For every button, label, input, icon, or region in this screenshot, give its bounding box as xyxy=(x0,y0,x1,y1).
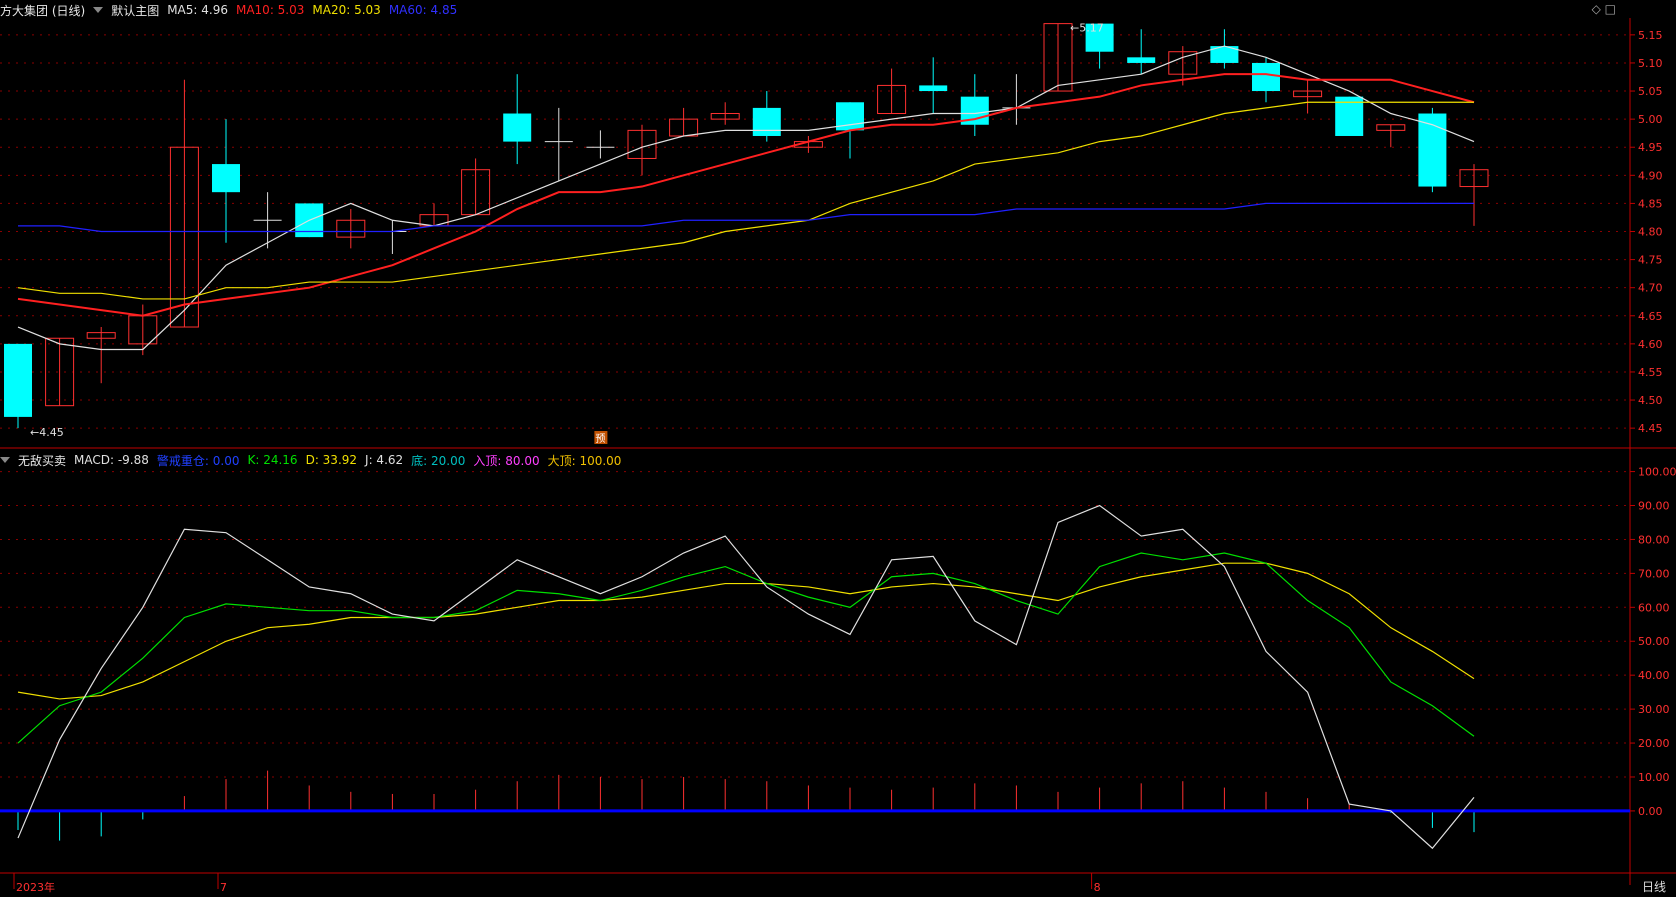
date-label: 7 xyxy=(220,881,227,894)
candle-body xyxy=(4,343,32,417)
candle-body xyxy=(919,85,948,92)
j-line xyxy=(17,504,1475,850)
candle-body xyxy=(503,113,532,142)
date-axis: 2023年 7 8 xyxy=(13,873,1101,894)
price-tick-label: 4.80 xyxy=(1638,226,1663,239)
ma60-line xyxy=(18,202,1474,233)
price-tick-label: 5.05 xyxy=(1638,85,1663,98)
stock-chart[interactable]: 4.45 4.50 4.55 4.60 4.65 4.70 4.75 4.80 4.85 4.90… xyxy=(0,0,1676,897)
price-tick-label: 4.55 xyxy=(1638,366,1663,379)
price-annotation: ←5.17 xyxy=(1070,22,1104,35)
price-tick-label: 4.65 xyxy=(1638,310,1663,323)
price-tick-label: 5.15 xyxy=(1638,29,1663,42)
price-tick-label: 5.10 xyxy=(1638,57,1663,70)
indicator-tick-label: 50.00 xyxy=(1638,635,1670,648)
price-tick-label: 4.85 xyxy=(1638,197,1663,210)
indicator-tick-label: 0.00 xyxy=(1638,805,1663,818)
indicator-tick-label: 20.00 xyxy=(1638,737,1670,750)
price-tick-label: 4.60 xyxy=(1638,338,1663,351)
candle-body xyxy=(1252,62,1280,92)
indicator-tick-label: 30.00 xyxy=(1638,703,1670,716)
ma5-line xyxy=(17,45,1475,351)
price-tick-label: 4.90 xyxy=(1638,169,1663,182)
indicator-area xyxy=(0,504,1630,850)
price-tick-label: 4.75 xyxy=(1638,254,1663,267)
date-label: 2023年 xyxy=(16,880,55,894)
candle-body xyxy=(752,107,781,136)
indicator-tick-label: 60.00 xyxy=(1638,601,1670,614)
k-line xyxy=(17,552,1475,744)
price-annotation: ←4.45 xyxy=(30,426,64,439)
candle-body xyxy=(212,164,240,193)
candlestick-area: ←5.17 ←4.45 预 xyxy=(4,22,1489,445)
price-axis: 4.45 4.50 4.55 4.60 4.65 4.70 4.75 4.80 4.85 4.90… xyxy=(1630,29,1676,818)
indicator-tick-label: 10.00 xyxy=(1638,771,1670,784)
indicator-tick-label: 40.00 xyxy=(1638,669,1670,682)
price-tick-label: 5.00 xyxy=(1638,113,1663,126)
ma20-line xyxy=(17,101,1474,300)
price-tick-label: 4.95 xyxy=(1638,141,1663,154)
price-tick-label: 4.70 xyxy=(1638,282,1663,295)
forecast-marker-label: 预 xyxy=(595,433,605,445)
indicator-tick-label: 100.00 xyxy=(1638,466,1676,479)
indicator-tick-label: 90.00 xyxy=(1638,500,1670,513)
candle-body xyxy=(1127,57,1156,63)
ma10-line xyxy=(17,73,1475,317)
price-tick-label: 4.50 xyxy=(1638,394,1663,407)
period-tab[interactable]: 日线 xyxy=(1642,878,1666,895)
date-label: 8 xyxy=(1094,881,1101,894)
indicator-tick-label: 70.00 xyxy=(1638,567,1670,580)
indicator-tick-label: 80.00 xyxy=(1638,533,1670,546)
price-tick-label: 4.45 xyxy=(1638,422,1663,435)
